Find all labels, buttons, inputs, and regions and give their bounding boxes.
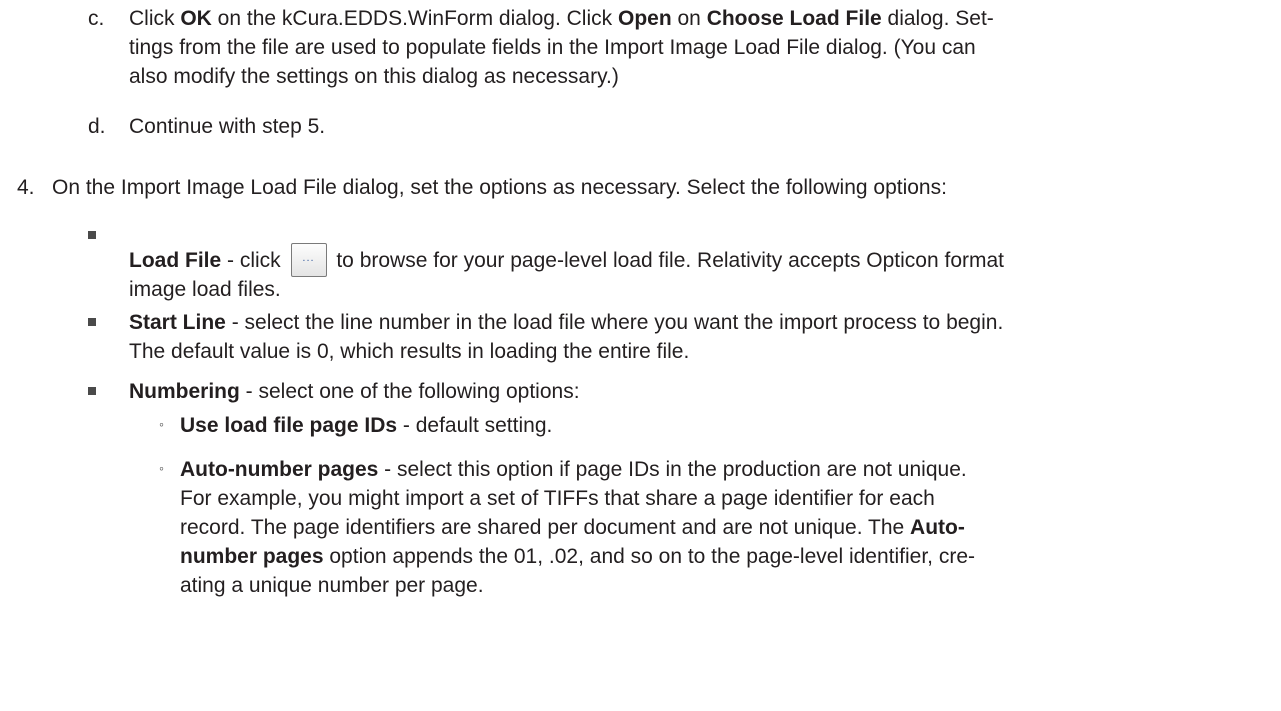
choose-load-file-term: Choose Load File bbox=[706, 7, 882, 30]
start-line-item: Start Line - select the line number in t… bbox=[129, 308, 1274, 366]
step-3d-marker: d. bbox=[88, 115, 106, 138]
step-3c-line-2: tings from the file are used to populate… bbox=[129, 36, 976, 59]
bullet-circle: ◦ bbox=[159, 416, 164, 432]
use-ids-item: Use load file page IDs - default setting… bbox=[180, 414, 553, 437]
step-4-text: On the Import Image Load File dialog, se… bbox=[52, 176, 947, 199]
auto-number-term: Auto-number pages bbox=[180, 458, 379, 481]
step-3c-line-3: also modify the settings on this dialog … bbox=[129, 65, 619, 88]
ellipsis-icon: ... bbox=[302, 252, 315, 264]
step-3c-text: Click OK on the kCura.EDDS.WinForm dialo… bbox=[129, 4, 1249, 91]
start-line-term: Start Line bbox=[129, 311, 226, 334]
load-file-line-1: Load File - click ... to browse for your… bbox=[129, 239, 1269, 277]
numbering-item: Numbering - select one of the following … bbox=[129, 380, 580, 403]
bullet-square bbox=[88, 318, 96, 326]
load-file-item: Load File - click ... to browse for your… bbox=[129, 239, 1269, 304]
browse-button[interactable]: ... bbox=[290, 243, 327, 277]
numbering-term: Numbering bbox=[129, 380, 240, 403]
auto-number-item: Auto-number pages - select this option i… bbox=[180, 455, 1270, 600]
use-ids-term: Use load file page IDs bbox=[180, 414, 398, 437]
step-3d-text: Continue with step 5. bbox=[129, 115, 326, 138]
auto-line-3: record. The page identifiers are shared … bbox=[180, 516, 965, 539]
auto-line-1: Auto-number pages - select this option i… bbox=[180, 458, 967, 481]
load-file-term: Load File bbox=[129, 249, 222, 272]
step-4-marker: 4. bbox=[17, 176, 35, 199]
load-file-line-2: image load files. bbox=[129, 278, 281, 301]
start-line-line-2: The default value is 0, which results in… bbox=[129, 340, 690, 363]
ok-term: OK bbox=[180, 7, 212, 30]
document-page: c. Click OK on the kCura.EDDS.WinForm di… bbox=[0, 0, 1281, 711]
bullet-square bbox=[88, 231, 96, 239]
bullet-circle: ◦ bbox=[159, 460, 164, 476]
step-3c-marker: c. bbox=[88, 7, 105, 30]
step-3c-line-1: Click OK on the kCura.EDDS.WinForm dialo… bbox=[129, 7, 994, 30]
auto-line-4: number pages option appends the 01, .02,… bbox=[180, 545, 975, 568]
auto-line-5: ating a unique number per page. bbox=[180, 574, 484, 597]
auto-line-2: For example, you might import a set of T… bbox=[180, 487, 935, 510]
open-term: Open bbox=[617, 7, 672, 30]
bullet-square bbox=[88, 387, 96, 395]
start-line-line-1: Start Line - select the line number in t… bbox=[129, 311, 1004, 334]
